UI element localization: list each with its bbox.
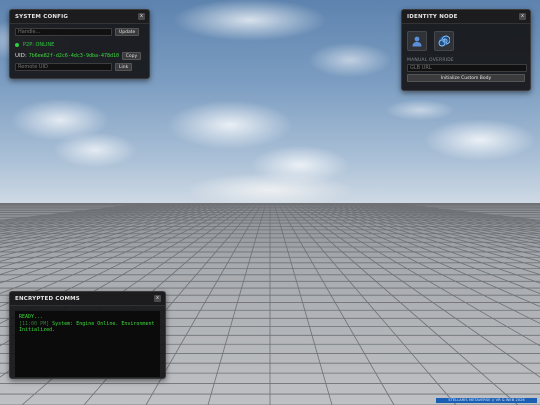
person-icon [412,36,422,47]
link-button[interactable]: Link [115,63,133,71]
spiral-icon [438,35,450,47]
comms-log[interactable]: READY... [11:00 PM] System: Engine Onlin… [15,311,160,377]
p2p-status: P2P: ONLINE [15,41,144,48]
footer-badge: STELLARIS METAVERSE // VR & WEB 2026 [436,398,537,403]
avatar-option-person[interactable] [407,31,427,51]
identity-node-header[interactable]: IDENTITY NODE x [402,10,530,24]
log-entry: [11:00 PM] System: Engine Online. Enviro… [19,321,156,334]
close-button[interactable]: x [154,295,161,302]
close-button[interactable]: x [519,13,526,20]
system-config-title: SYSTEM CONFIG [15,13,69,20]
system-config-panel: SYSTEM CONFIG x Update P2P: ONLINE UID: … [9,9,150,79]
p2p-status-text: P2P: ONLINE [23,41,55,48]
uid-label: UID: [15,53,27,59]
encrypted-comms-panel: ENCRYPTED COMMS x READY... [11:00 PM] Sy… [9,291,166,379]
handle-input[interactable] [15,28,112,36]
identity-node-panel: IDENTITY NODE x MANUAL OVERRIDE Initiali… [401,9,531,91]
encrypted-comms-header[interactable]: ENCRYPTED COMMS x [10,292,165,306]
initialize-custom-body-button[interactable]: Initialize Custom Body [407,74,525,82]
uid-value: 7b6ee82f-d2c6-4dc3-9dba-478d10cf5ac6 [28,53,119,59]
manual-override-label: MANUAL OVERRIDE [407,58,454,63]
status-dot-icon [15,42,19,47]
copy-button[interactable]: Copy [121,52,142,60]
identity-node-title: IDENTITY NODE [407,13,458,20]
update-button[interactable]: Update [115,28,140,36]
glb-url-input[interactable] [407,64,527,72]
system-config-header[interactable]: SYSTEM CONFIG x [10,10,149,24]
remote-uid-input[interactable] [15,63,112,71]
log-timestamp: [11:00 PM] [19,320,50,327]
close-button[interactable]: x [138,13,145,20]
avatar-option-spiral[interactable] [434,31,454,51]
encrypted-comms-title: ENCRYPTED COMMS [15,295,80,302]
